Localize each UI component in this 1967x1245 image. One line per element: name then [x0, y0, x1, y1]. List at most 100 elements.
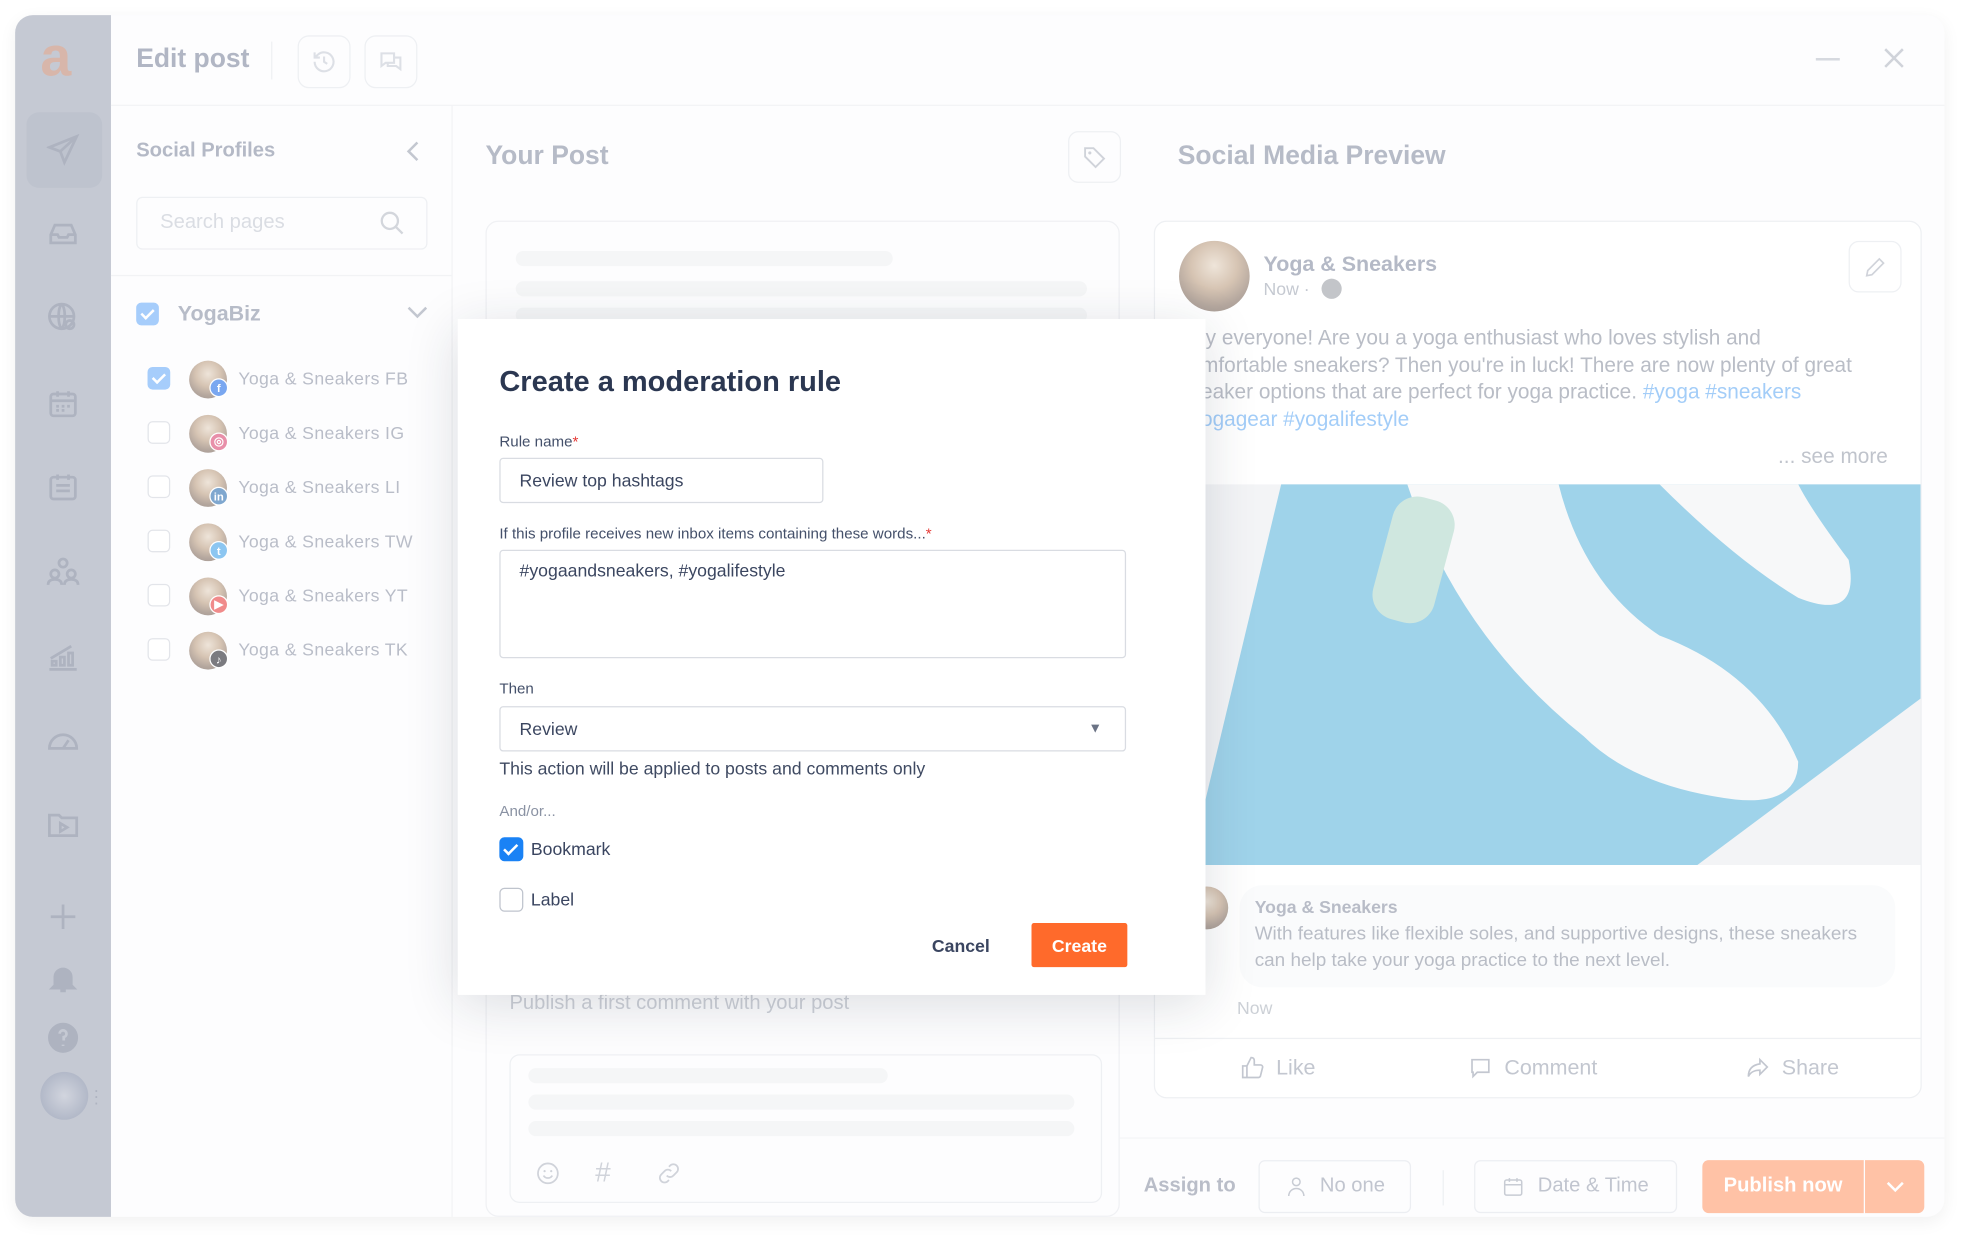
- search-placeholder: Search pages: [160, 211, 285, 234]
- then-select[interactable]: Review ▼: [499, 706, 1127, 752]
- chevron-down-icon[interactable]: [406, 304, 429, 327]
- keywords-textarea[interactable]: #yogaandsneakers, #yogalifestyle: [499, 549, 1127, 659]
- andor-label: And/or...: [499, 801, 556, 820]
- rule-name-input[interactable]: Review top hashtags: [499, 457, 824, 504]
- preview-title: Social Media Preview: [1177, 141, 1446, 171]
- profile-checkbox[interactable]: [147, 475, 171, 499]
- thumbs-up-icon: [1241, 1056, 1264, 1079]
- media-library-icon[interactable]: [47, 808, 80, 841]
- globe-search-icon[interactable]: [47, 301, 80, 334]
- first-comment-placeholder[interactable]: Publish a first comment with your post: [509, 992, 849, 1015]
- comment-text: With features like flexible soles, and s…: [1254, 923, 1858, 971]
- share-button[interactable]: Share: [1745, 1053, 1839, 1083]
- preview-text: Hey everyone! Are you a yoga enthusiast …: [1179, 325, 1854, 434]
- label-label[interactable]: Label: [531, 889, 574, 909]
- chat-icon: [380, 52, 402, 72]
- assignee-label: No one: [1319, 1175, 1385, 1197]
- tag-icon: [1084, 146, 1106, 168]
- keywords-label: If this profile receives new inbox items…: [499, 524, 932, 543]
- facebook-icon: f: [209, 378, 229, 398]
- skeleton-line: [528, 1068, 888, 1084]
- profile-item[interactable]: f Yoga & Sneakers FB: [136, 360, 439, 399]
- date-time-button[interactable]: Date & Time: [1474, 1160, 1678, 1214]
- modal-title: Create a moderation rule: [499, 364, 842, 398]
- page-avatar: [1179, 240, 1250, 312]
- link-icon[interactable]: [656, 1160, 682, 1193]
- close-button[interactable]: [1879, 43, 1909, 73]
- nav-rail: a · · ·: [15, 15, 111, 1217]
- profile-item[interactable]: ◎ Yoga & Sneakers IG: [136, 414, 439, 453]
- dashboard-icon[interactable]: [47, 724, 80, 757]
- create-button[interactable]: Create: [1031, 923, 1128, 968]
- skeleton-line: [528, 1121, 1075, 1137]
- edit-preview-button[interactable]: [1848, 240, 1902, 293]
- schedule-icon[interactable]: [47, 470, 80, 503]
- profile-item[interactable]: in Yoga & Sneakers LI: [136, 469, 439, 507]
- minimize-button[interactable]: [1815, 58, 1840, 61]
- publish-options-button[interactable]: [1865, 1160, 1925, 1214]
- your-post-title: Your Post: [485, 141, 609, 171]
- like-label: Like: [1276, 1055, 1316, 1080]
- like-button[interactable]: Like: [1240, 1053, 1316, 1083]
- comment-bubble: Yoga & Sneakers With features like flexi…: [1239, 885, 1896, 988]
- bookmark-checkbox[interactable]: [499, 837, 524, 862]
- assignee-button[interactable]: No one: [1258, 1160, 1412, 1214]
- add-icon[interactable]: [47, 900, 80, 933]
- profile-name: Yoga & Sneakers TK: [238, 639, 409, 660]
- profiles-panel-border: [451, 105, 453, 1217]
- skeleton-line: [528, 1094, 1075, 1110]
- comment-button[interactable]: Comment: [1468, 1053, 1597, 1083]
- help-icon[interactable]: [47, 1021, 80, 1054]
- profile-item[interactable]: t Yoga & Sneakers TW: [136, 523, 439, 562]
- calendar-icon[interactable]: [47, 387, 80, 420]
- group-checkbox[interactable]: [136, 302, 159, 326]
- page-title: Edit post: [136, 44, 250, 74]
- profile-checkbox[interactable]: [147, 638, 171, 661]
- date-time-label: Date & Time: [1537, 1175, 1649, 1197]
- search-pages-input[interactable]: Search pages: [136, 196, 428, 250]
- history-button[interactable]: [297, 35, 351, 89]
- user-avatar[interactable]: [40, 1071, 89, 1120]
- collapse-panel-icon[interactable]: [404, 139, 424, 164]
- see-more-link[interactable]: ... see more: [1778, 445, 1888, 469]
- send-icon[interactable]: [46, 133, 80, 167]
- bookmark-label[interactable]: Bookmark: [531, 839, 610, 859]
- profile-item[interactable]: ▶ Yoga & Sneakers YT: [136, 577, 439, 616]
- comments-button[interactable]: [364, 35, 418, 89]
- profile-name: Yoga & Sneakers YT: [238, 585, 409, 606]
- user-icon: [1287, 1177, 1305, 1197]
- footer-border: [1119, 1137, 1945, 1139]
- team-icon[interactable]: [46, 555, 80, 588]
- cancel-button[interactable]: Cancel: [932, 936, 990, 956]
- header-divider: [271, 41, 273, 80]
- profile-item[interactable]: ♪ Yoga & Sneakers TK: [136, 631, 439, 670]
- preview-time: Now ·: [1263, 278, 1310, 299]
- profile-checkbox[interactable]: [147, 583, 171, 607]
- more-icon[interactable]: · · ·: [93, 1081, 99, 1111]
- share-label: Share: [1781, 1055, 1840, 1080]
- then-selected-value: Review: [519, 718, 578, 739]
- comment-time: Now: [1237, 997, 1273, 1018]
- comment-author: Yoga & Sneakers: [1254, 896, 1398, 917]
- publish-now-button[interactable]: Publish now: [1702, 1160, 1864, 1214]
- profile-checkbox[interactable]: [147, 366, 171, 390]
- comment-label: Comment: [1504, 1055, 1598, 1080]
- pencil-icon: [1865, 257, 1885, 277]
- footer-divider: [1442, 1170, 1444, 1206]
- tag-button[interactable]: [1068, 131, 1122, 183]
- hashtag-icon[interactable]: #: [595, 1156, 610, 1189]
- post-image: [1205, 484, 1921, 866]
- inbox-icon[interactable]: [47, 217, 80, 250]
- twitter-icon: t: [209, 540, 229, 560]
- profile-name: Yoga & Sneakers IG: [238, 422, 405, 443]
- dropdown-arrow-icon: ▼: [1088, 721, 1103, 737]
- bell-icon[interactable]: [47, 962, 80, 995]
- profile-checkbox[interactable]: [147, 421, 171, 444]
- emoji-icon[interactable]: [535, 1160, 561, 1193]
- analytics-icon[interactable]: [47, 639, 80, 672]
- then-help-text: This action will be applied to posts and…: [499, 757, 926, 779]
- profile-checkbox[interactable]: [147, 529, 171, 553]
- label-checkbox[interactable]: [499, 887, 524, 912]
- search-icon[interactable]: [378, 209, 406, 237]
- close-icon: [1884, 48, 1904, 68]
